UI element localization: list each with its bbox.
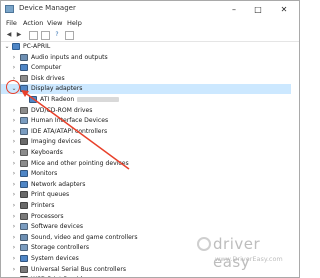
- watermark: driver easy www.DriverEasy.com: [197, 233, 297, 273]
- arrow-head: [21, 90, 29, 97]
- watermark-url: www.DriverEasy.com: [215, 255, 283, 263]
- watermark-brand: driver easy: [213, 235, 261, 271]
- driver-easy-logo-icon: [197, 237, 211, 251]
- arrow-line: [23, 91, 130, 170]
- device-manager-window: Device Manager – □ ✕ File Action View He…: [0, 0, 300, 278]
